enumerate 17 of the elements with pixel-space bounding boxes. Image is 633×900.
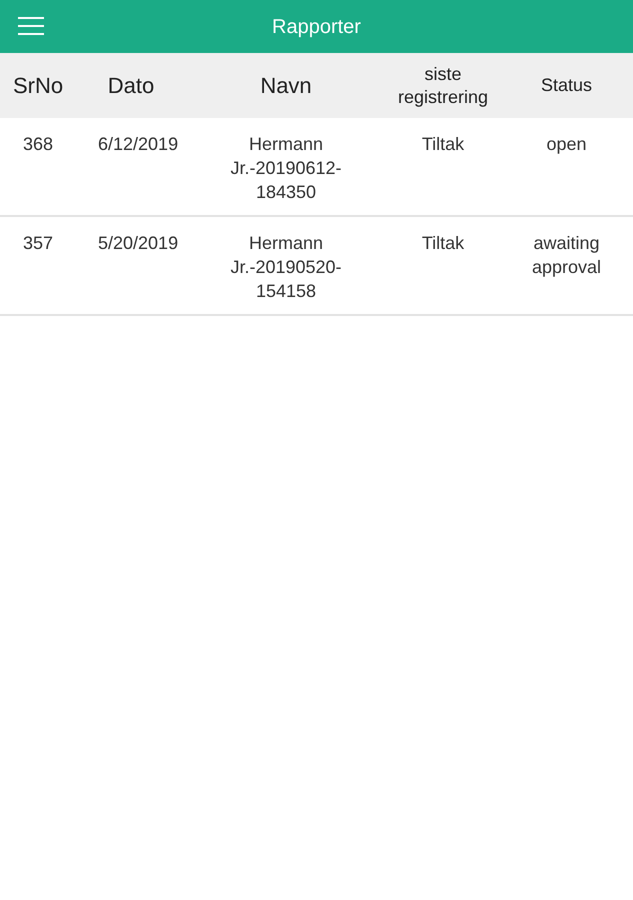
table-cell-text: awaiting approval [530, 232, 602, 279]
menu-icon[interactable] [18, 16, 44, 36]
table-cell-text: Hermann Jr.-20190520-154158 [229, 232, 343, 303]
column-header: SrNo [12, 72, 64, 100]
column-header: siste registrering [396, 63, 490, 108]
column-header: Navn [259, 72, 313, 100]
table-cell-text: open [545, 133, 588, 156]
table-cell-text: 368 [22, 133, 54, 156]
table-cell-text: Tiltak [420, 133, 466, 156]
column-header: Status [540, 74, 594, 97]
column-header: Dato [106, 72, 156, 100]
table-cell-text: 357 [22, 232, 54, 255]
table-cell-text: Hermann Jr.-20190612-184350 [229, 133, 343, 204]
table-cell-text: 6/12/2019 [97, 133, 180, 156]
app-bar-title: Rapporter [272, 14, 361, 40]
table-cell-text: 5/20/2019 [97, 232, 180, 255]
table-cell-text: Tiltak [420, 232, 466, 255]
